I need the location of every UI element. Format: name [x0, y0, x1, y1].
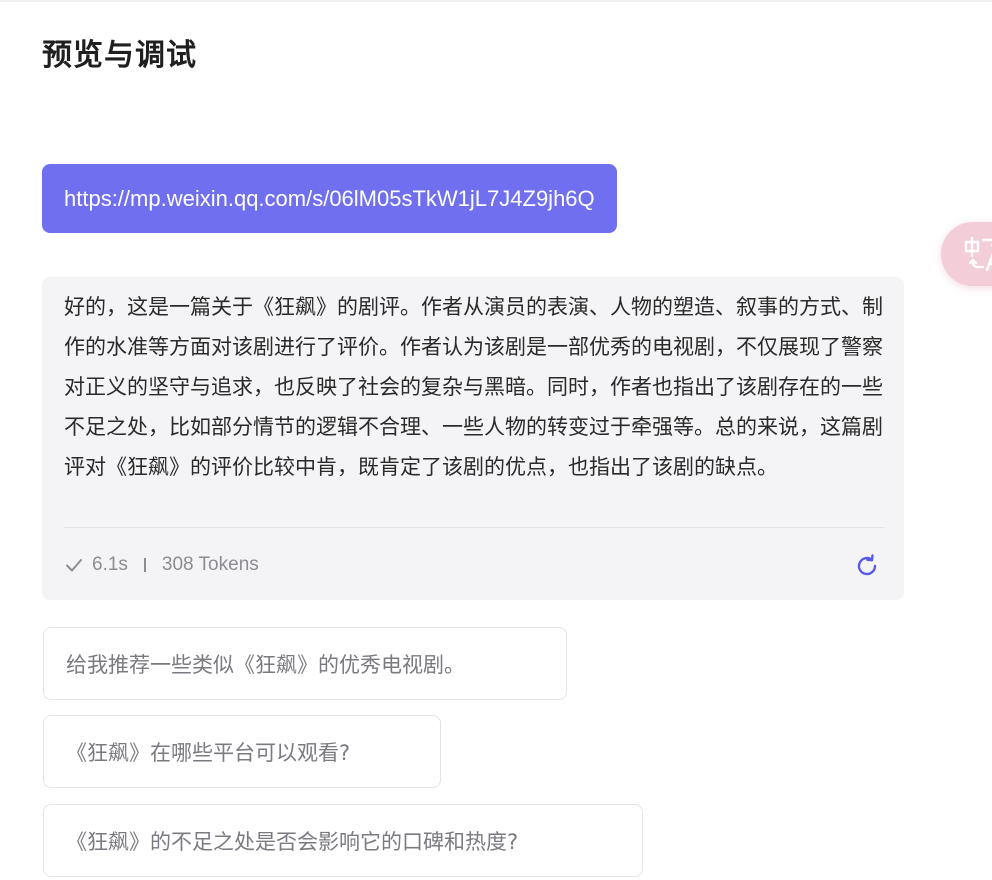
ai-reply-bubble: 好的，这是一篇关于《狂飙》的剧评。作者从演员的表演、人物的塑造、叙事的方式、制作…: [42, 277, 904, 600]
ai-reply-text: 好的，这是一篇关于《狂飙》的剧评。作者从演员的表演、人物的塑造、叙事的方式、制作…: [64, 295, 883, 479]
translate-floating-button[interactable]: [941, 222, 992, 286]
user-message-text: https://mp.weixin.qq.com/s/06lM05sTkW1jL…: [64, 185, 595, 211]
preview-debug-panel: 预览与调试 https://mp.weixin.qq.com/s/06lM05s…: [0, 0, 992, 880]
reply-divider: [64, 527, 884, 528]
suggestion-chip[interactable]: 《狂飙》的不足之处是否会影响它的口碑和热度?: [43, 804, 643, 877]
suggestion-label: 给我推荐一些类似《狂飙》的优秀电视剧。: [66, 652, 465, 677]
top-divider: [0, 0, 992, 2]
page-title: 预览与调试: [42, 38, 197, 73]
suggestion-chip[interactable]: 给我推荐一些类似《狂飙》的优秀电视剧。: [43, 627, 567, 700]
refresh-icon: [857, 554, 877, 576]
user-message-bubble: https://mp.weixin.qq.com/s/06lM05sTkW1jL…: [42, 164, 617, 233]
suggestion-label: 《狂飙》在哪些平台可以观看?: [66, 740, 351, 765]
regenerate-button[interactable]: [854, 553, 880, 579]
reply-token-count: 308 Tokens: [161, 554, 259, 575]
meta-separator: [143, 558, 146, 572]
check-icon: [66, 559, 82, 572]
reply-duration: 6.1s: [92, 554, 128, 575]
translate-icon: [964, 236, 992, 272]
suggestion-chip[interactable]: 《狂飙》在哪些平台可以观看?: [43, 715, 441, 788]
suggestion-label: 《狂飙》的不足之处是否会影响它的口碑和热度?: [66, 829, 519, 854]
reply-meta: 6.1s 308 Tokens: [64, 553, 259, 577]
